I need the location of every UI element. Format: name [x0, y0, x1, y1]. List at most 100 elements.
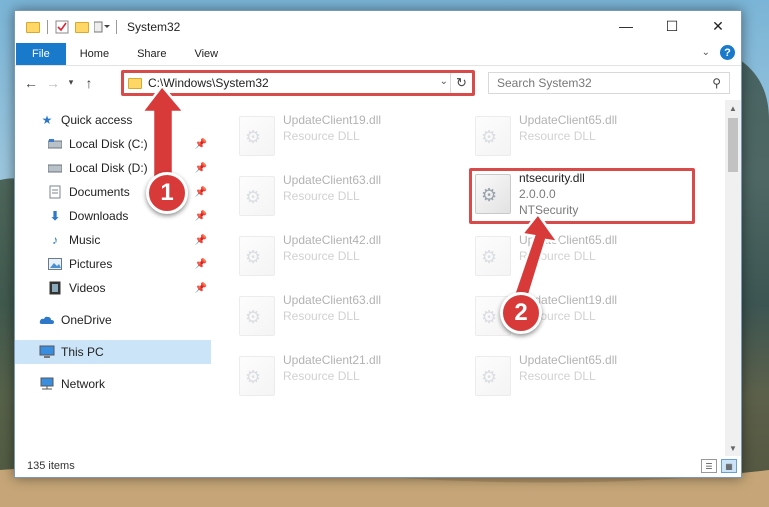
sidebar-item-onedrive[interactable]: OneDrive: [15, 308, 211, 332]
new-folder-icon[interactable]: [74, 19, 90, 35]
content-area: ★ Quick access Local Disk (C:) 📌 Local D…: [15, 100, 741, 456]
pin-icon[interactable]: 📌: [195, 211, 207, 222]
title-bar: System32 — ☐ ✕: [15, 11, 741, 43]
star-icon: ★: [41, 113, 53, 127]
sidebar-item-label: Documents: [69, 185, 130, 199]
dll-file-icon: ⚙: [475, 116, 511, 156]
cloud-icon: [39, 312, 55, 328]
quick-access-toolbar: [15, 19, 119, 35]
file-name: UpdateClient65.dll: [519, 113, 618, 127]
file-name: UpdateClient63.dll: [283, 173, 382, 187]
file-type: Resource DLL: [283, 189, 360, 203]
scroll-up-icon[interactable]: ▲: [725, 100, 741, 116]
vertical-scrollbar[interactable]: ▲ ▼: [725, 100, 741, 456]
download-icon: ⬇: [49, 209, 61, 223]
pictures-icon: [47, 256, 63, 272]
dll-file-icon: ⚙: [475, 356, 511, 396]
navigation-bar: ← → ▾ ↑ C:\Windows\System32 ⌄ ↻ Search S…: [15, 65, 741, 99]
file-type: Resource DLL: [519, 369, 596, 383]
ribbon-controls: ⌄ ?: [702, 45, 735, 60]
pin-icon[interactable]: 📌: [195, 283, 207, 294]
sidebar-item-label: This PC: [61, 345, 104, 359]
scrollbar-thumb[interactable]: [728, 118, 738, 172]
search-icon[interactable]: ⚲: [712, 76, 721, 90]
list-item[interactable]: ⚙ UpdateClient63.dll Resource DLL: [239, 172, 439, 222]
search-input[interactable]: Search System32 ⚲: [488, 72, 730, 94]
sidebar-item-label: Downloads: [69, 209, 129, 223]
list-item[interactable]: ⚙ UpdateClient42.dll Resource DLL: [239, 232, 439, 282]
sidebar-item-label: Quick access: [61, 113, 133, 127]
sidebar-item-network[interactable]: Network: [15, 372, 211, 396]
sidebar-item-label: OneDrive: [61, 313, 112, 327]
sidebar-item-music[interactable]: ♪ Music 📌: [15, 228, 211, 252]
file-name: UpdateClient42.dll: [283, 233, 382, 247]
network-icon: [39, 376, 55, 392]
scroll-down-icon[interactable]: ▼: [725, 440, 741, 456]
sidebar-item-label: Pictures: [69, 257, 113, 271]
search-placeholder: Search System32: [497, 76, 592, 90]
divider: [116, 20, 117, 34]
sidebar-item-this-pc[interactable]: This PC: [15, 340, 211, 364]
music-icon: ♪: [52, 233, 58, 247]
customize-toolbar-icon[interactable]: [94, 19, 110, 35]
list-item[interactable]: ⚙ UpdateClient65.dll Resource DLL: [475, 112, 675, 162]
nav-buttons: ← → ▾ ↑: [15, 73, 99, 93]
file-info: UpdateClient65.dll Resource DLL: [519, 352, 617, 384]
list-item[interactable]: ⚙ UpdateClient65.dll Resource DLL: [475, 352, 675, 402]
sidebar-item-label: Local Disk (C:): [69, 137, 148, 151]
file-name: UpdateClient21.dll: [283, 353, 382, 367]
file-type: Resource DLL: [519, 129, 596, 143]
sidebar-item-videos[interactable]: Videos 📌: [15, 276, 211, 300]
status-bar: 135 items ☰ ▦: [15, 455, 741, 477]
list-item[interactable]: ⚙ UpdateClient63.dll Resource DLL: [239, 292, 439, 342]
list-item[interactable]: ⚙ UpdateClient19.dll Resource DLL: [239, 112, 439, 162]
file-info: UpdateClient63.dll Resource DLL: [283, 292, 381, 324]
view-switcher: ☰ ▦: [701, 459, 737, 473]
file-info: UpdateClient21.dll Resource DLL: [283, 352, 381, 384]
pin-icon[interactable]: 📌: [195, 259, 207, 270]
properties-icon[interactable]: [54, 19, 70, 35]
file-list: ⚙ UpdateClient19.dll Resource DLL ⚙ Upda…: [211, 100, 741, 456]
tab-view[interactable]: View: [180, 43, 232, 65]
file-name: UpdateClient63.dll: [283, 293, 382, 307]
recent-locations-icon[interactable]: ▾: [65, 73, 77, 93]
expand-ribbon-icon[interactable]: ⌄: [702, 47, 710, 58]
divider: [15, 300, 211, 308]
tab-share[interactable]: Share: [123, 43, 180, 65]
file-info: UpdateClient63.dll Resource DLL: [283, 172, 381, 204]
up-arrow-icon[interactable]: ↑: [79, 73, 99, 93]
tab-home[interactable]: Home: [66, 43, 123, 65]
file-type: Resource DLL: [283, 249, 360, 263]
pin-icon[interactable]: 📌: [195, 235, 207, 246]
help-icon[interactable]: ?: [720, 45, 735, 60]
close-button[interactable]: ✕: [695, 11, 741, 41]
tab-file[interactable]: File: [16, 43, 66, 65]
minimize-button[interactable]: —: [603, 11, 649, 41]
drive-icon: [47, 160, 63, 176]
dll-file-icon: ⚙: [239, 356, 275, 396]
large-icons-view-icon[interactable]: ▦: [721, 459, 737, 473]
list-item[interactable]: ⚙ UpdateClient21.dll Resource DLL: [239, 352, 439, 402]
window-title: System32: [127, 20, 181, 34]
step-badge-1: 1: [146, 172, 188, 214]
explorer-window: System32 — ☐ ✕ File Home Share View ⌄ ? …: [14, 10, 742, 478]
details-view-icon[interactable]: ☰: [701, 459, 717, 473]
back-arrow-icon[interactable]: ←: [21, 73, 41, 93]
file-info: UpdateClient42.dll Resource DLL: [283, 232, 381, 264]
drive-icon: [47, 136, 63, 152]
step-badge-2: 2: [500, 292, 542, 334]
computer-icon: [39, 344, 55, 360]
maximize-button[interactable]: ☐: [649, 11, 695, 41]
file-type: Resource DLL: [283, 129, 360, 143]
dll-file-icon: ⚙: [239, 296, 275, 336]
forward-arrow-icon[interactable]: →: [43, 73, 63, 93]
videos-icon: [47, 280, 63, 296]
file-type: Resource DLL: [283, 369, 360, 383]
window-controls: — ☐ ✕: [603, 11, 741, 41]
file-type: Resource DLL: [283, 309, 360, 323]
dll-file-icon: ⚙: [239, 236, 275, 276]
documents-icon: [47, 184, 63, 200]
dll-file-icon: ⚙: [239, 176, 275, 216]
sidebar-item-pictures[interactable]: Pictures 📌: [15, 252, 211, 276]
file-info: UpdateClient65.dll Resource DLL: [519, 112, 617, 144]
